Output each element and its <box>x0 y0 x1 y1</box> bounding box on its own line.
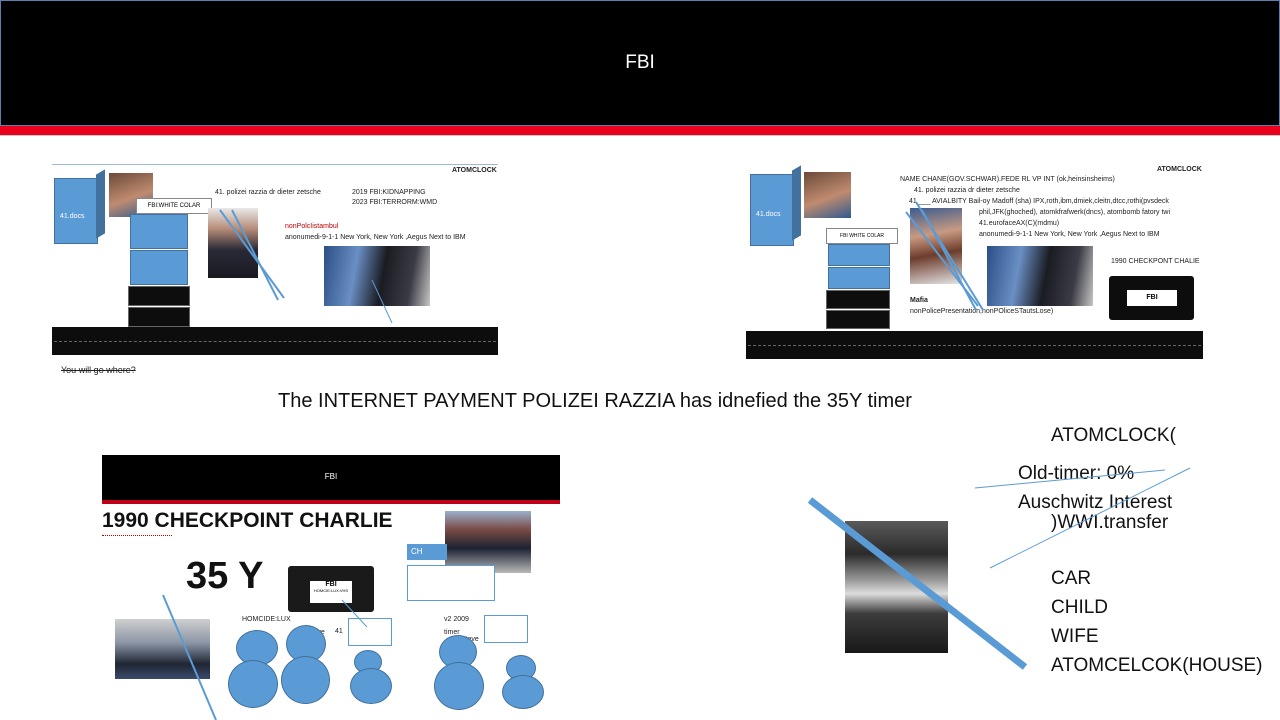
slash-lines-right <box>905 201 984 311</box>
list-child: CHILD <box>1051 597 1109 618</box>
bottom-slide-lines <box>162 594 368 720</box>
main-headline: The INTERNET PAYMENT POLIZEI RAZZIA has … <box>278 390 912 412</box>
bar-dash-right <box>748 345 1201 347</box>
cars-photo <box>845 521 948 653</box>
divider <box>0 135 1280 136</box>
slide-thumbnail-left[interactable]: ATOMCLOCK 41.docs FBI:WHITE COLAR 41. po… <box>52 160 498 355</box>
list-wife: WIFE <box>1051 626 1099 647</box>
wwi-text: )WWI.transfer <box>1051 512 1169 533</box>
caption-where: You will go where? <box>61 365 136 375</box>
slide-embedded-bottom[interactable]: FBI 1990 CHECKPOINT CHARLIE 35 Y CH FBI … <box>102 455 560 720</box>
oldtimer-text: Old-timer: 0% <box>1018 463 1135 484</box>
bar-dash <box>54 341 496 343</box>
atomclock-text: ATOMCLOCK( <box>1051 425 1176 446</box>
list-house: ATOMCELCOK(HOUSE) <box>1051 655 1263 676</box>
auschwitz-text: Auschwitz Interest <box>1018 492 1173 513</box>
red-stripe <box>0 126 1280 135</box>
slash-lines <box>219 209 393 324</box>
slide-thumbnail-right[interactable]: ATOMCLOCK 41.docs NAME CHANE(GOV.SCHWAR)… <box>746 160 1203 359</box>
banner-title: FBI <box>625 52 655 73</box>
list-car: CAR <box>1051 568 1092 589</box>
